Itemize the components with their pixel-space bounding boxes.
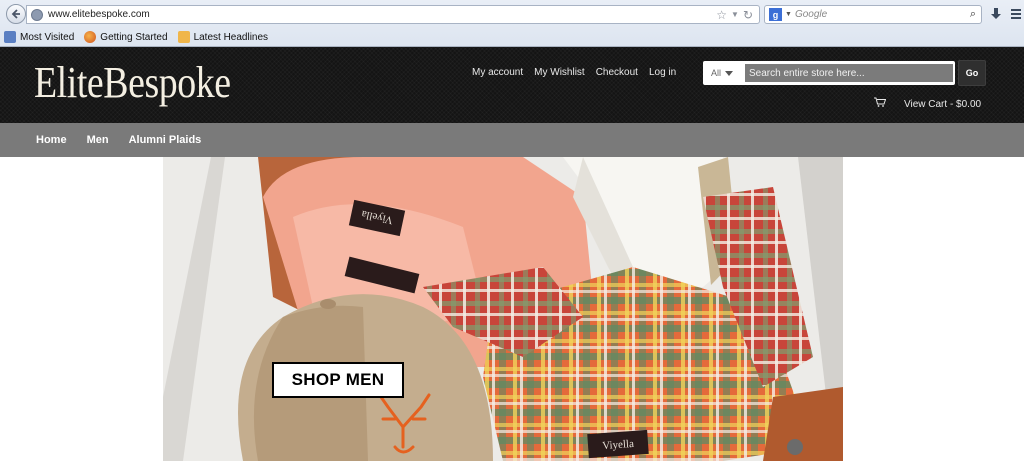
download-icon[interactable]	[990, 7, 1002, 21]
bookmark-icon	[4, 31, 16, 43]
checkout-link[interactable]: Checkout	[596, 67, 638, 78]
rss-icon	[177, 31, 190, 43]
magnifier-icon[interactable]: ⌕	[970, 8, 976, 21]
category-select-value: All	[711, 68, 722, 78]
firefox-icon	[84, 31, 97, 43]
globe-icon	[31, 8, 43, 21]
dropdown-arrow-icon[interactable]: ▼	[731, 10, 739, 19]
menu-icon[interactable]	[1010, 7, 1022, 21]
bookmark-label: Most Visited	[20, 31, 75, 43]
site-logo[interactable]: EliteBespoke	[34, 57, 231, 109]
bookmark-latest-headlines[interactable]: Latest Headlines	[177, 31, 269, 43]
label-text: Viyella	[602, 438, 635, 452]
bookmarks-toolbar: Most Visited Getting Started Latest Head…	[0, 28, 274, 46]
nav-item-alumni-plaids[interactable]: Alumni Plaids	[129, 134, 202, 146]
url-text: www.elitebespoke.com	[48, 9, 150, 20]
hero-image: Viyella Viyella	[163, 157, 843, 461]
bookmark-most-visited[interactable]: Most Visited	[4, 31, 74, 43]
shop-men-button[interactable]: SHOP MEN	[272, 362, 404, 398]
google-icon: g	[769, 8, 782, 21]
nav-item-home[interactable]: Home	[36, 134, 67, 146]
view-cart-link[interactable]: View Cart - $0.00	[904, 99, 981, 110]
main-nav: Home Men Alumni Plaids	[0, 123, 1024, 157]
back-arrow-icon	[11, 9, 20, 19]
site-header: EliteBespoke My account My Wishlist Chec…	[0, 47, 1024, 123]
hero-banner[interactable]: Viyella Viyella	[163, 157, 843, 461]
search-engine-dropdown-icon[interactable]: ▼	[785, 11, 792, 18]
chevron-down-icon	[725, 70, 734, 76]
nav-item-men[interactable]: Men	[87, 134, 109, 146]
store-search: All	[703, 61, 955, 85]
my-account-link[interactable]: My account	[472, 67, 523, 78]
account-links: My account My Wishlist Checkout Log in	[472, 67, 676, 78]
back-button[interactable]	[6, 4, 26, 24]
browser-search-bar[interactable]: g ▼ Google ⌕	[764, 5, 982, 24]
bookmark-label: Getting Started	[100, 31, 168, 43]
star-icon[interactable]: ☆	[716, 8, 727, 22]
category-select[interactable]: All	[703, 68, 741, 78]
bookmark-getting-started[interactable]: Getting Started	[84, 31, 168, 43]
my-wishlist-link[interactable]: My Wishlist	[534, 67, 585, 78]
search-go-button[interactable]: Go	[958, 60, 986, 86]
store-search-input[interactable]	[745, 64, 953, 82]
cart-icon[interactable]	[874, 97, 886, 107]
bookmark-label: Latest Headlines	[193, 31, 269, 43]
browser-search-placeholder: Google	[794, 9, 828, 20]
browser-chrome: www.elitebespoke.com ☆ ▼ ↻ g ▼ Google ⌕ …	[0, 0, 1024, 47]
address-bar[interactable]: www.elitebespoke.com ☆ ▼ ↻	[26, 5, 760, 24]
login-link[interactable]: Log in	[649, 67, 676, 78]
reload-icon[interactable]: ↻	[743, 8, 753, 22]
